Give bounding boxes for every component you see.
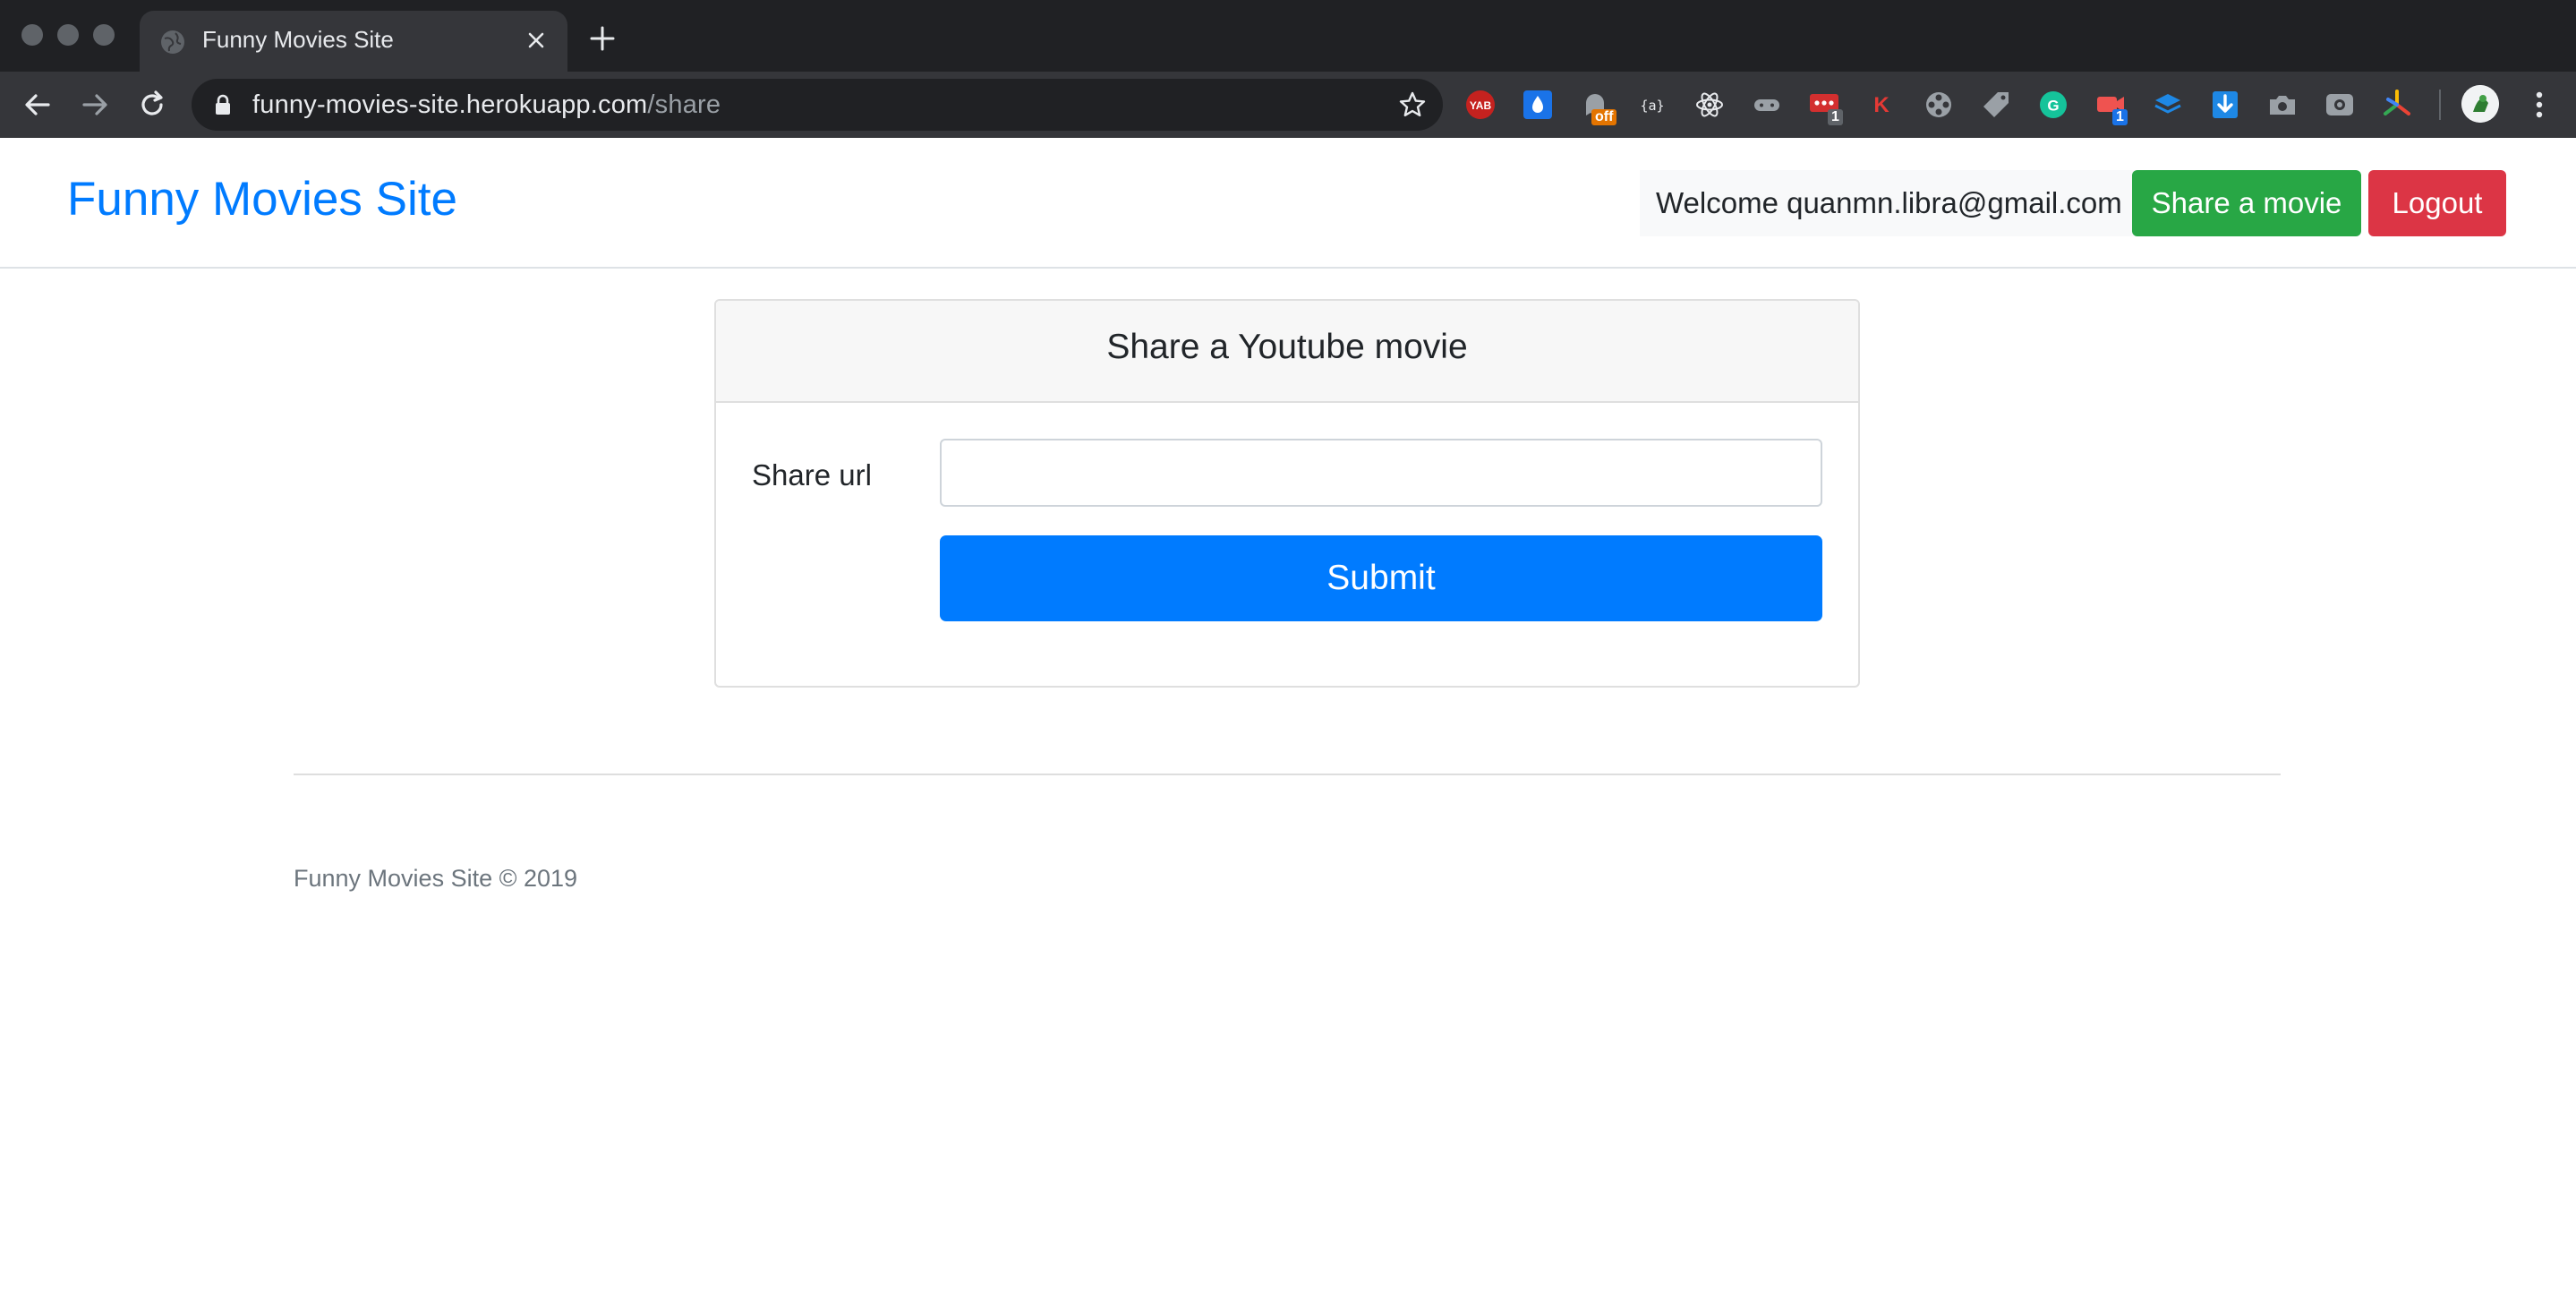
- ghost-off-badge: off: [1591, 109, 1617, 125]
- gamepad-icon[interactable]: [1751, 89, 1783, 121]
- json-viewer-label: {a}: [1640, 98, 1664, 114]
- site-navbar: Funny Movies Site Welcome quanmn.libra@g…: [0, 138, 2576, 269]
- browser-toolbar: funny-movies-site.herokuapp.com/share YA…: [0, 72, 2576, 138]
- profile-avatar[interactable]: [2461, 85, 2499, 123]
- json-viewer-icon[interactable]: {a}: [1636, 89, 1668, 121]
- url-host: funny-movies-site.herokuapp.com: [252, 90, 648, 119]
- footer-copyright: Funny Movies Site © 2019: [294, 865, 578, 892]
- minimize-window-button[interactable]: [57, 24, 79, 46]
- logout-button[interactable]: Logout: [2368, 170, 2506, 236]
- lastpass-count-badge: 1: [1828, 109, 1843, 125]
- screen-record-icon[interactable]: [2324, 89, 2356, 121]
- tab-title: Funny Movies Site: [202, 26, 394, 53]
- welcome-text: Welcome quanmn.libra@gmail.com: [1640, 170, 2138, 236]
- k-icon[interactable]: K: [1865, 89, 1898, 121]
- bookmark-star-icon[interactable]: [1398, 90, 1427, 119]
- camera-icon[interactable]: [2266, 89, 2299, 121]
- close-window-button[interactable]: [21, 24, 43, 46]
- card-title: Share a Youtube movie: [1106, 328, 1468, 366]
- water-drop-icon[interactable]: [1522, 89, 1554, 121]
- toolbar-divider: [2439, 90, 2441, 120]
- card-header: Share a Youtube movie: [716, 301, 1858, 403]
- profile-avatar-icon: [2461, 85, 2499, 123]
- globe-icon: [161, 30, 184, 54]
- yab-icon[interactable]: YAB: [1464, 89, 1497, 121]
- browser-tab[interactable]: Funny Movies Site: [140, 11, 567, 72]
- share-movie-card: Share a Youtube movie Share url Submit: [714, 299, 1860, 688]
- close-icon[interactable]: [521, 25, 551, 56]
- share-url-label: Share url: [752, 458, 872, 492]
- site-brand-link[interactable]: Funny Movies Site: [67, 172, 457, 227]
- grammarly-icon[interactable]: G: [2037, 89, 2069, 121]
- forward-arrow-icon[interactable]: [77, 87, 113, 123]
- maximize-window-button[interactable]: [93, 24, 115, 46]
- pinwheel-icon[interactable]: [2381, 89, 2413, 121]
- lock-icon: [216, 94, 230, 115]
- react-icon[interactable]: [1693, 89, 1726, 121]
- address-bar[interactable]: funny-movies-site.herokuapp.com/share: [192, 79, 1443, 131]
- share-movie-button[interactable]: Share a movie: [2132, 170, 2361, 236]
- back-arrow-icon[interactable]: [20, 87, 55, 123]
- footer-divider: [294, 774, 2281, 775]
- download-icon[interactable]: [2209, 89, 2241, 121]
- grammarly-label: G: [2047, 98, 2059, 115]
- url-path: /share: [647, 90, 721, 119]
- reload-icon[interactable]: [134, 87, 170, 123]
- film-reel-icon[interactable]: [1923, 89, 1955, 121]
- layers-icon[interactable]: [2152, 89, 2184, 121]
- yab-label: YAB: [1470, 99, 1492, 112]
- address-url: funny-movies-site.herokuapp.com/share: [252, 90, 721, 120]
- browser-tab-strip: Funny Movies Site: [0, 0, 2576, 72]
- tag-icon[interactable]: [1980, 89, 2012, 121]
- video-count-badge: 1: [2112, 109, 2128, 125]
- submit-button[interactable]: Submit: [940, 535, 1822, 621]
- share-url-input[interactable]: [940, 439, 1822, 507]
- k-label: K: [1873, 93, 1889, 117]
- more-vert-icon[interactable]: [2524, 87, 2555, 123]
- new-tab-plus-icon[interactable]: [587, 23, 618, 54]
